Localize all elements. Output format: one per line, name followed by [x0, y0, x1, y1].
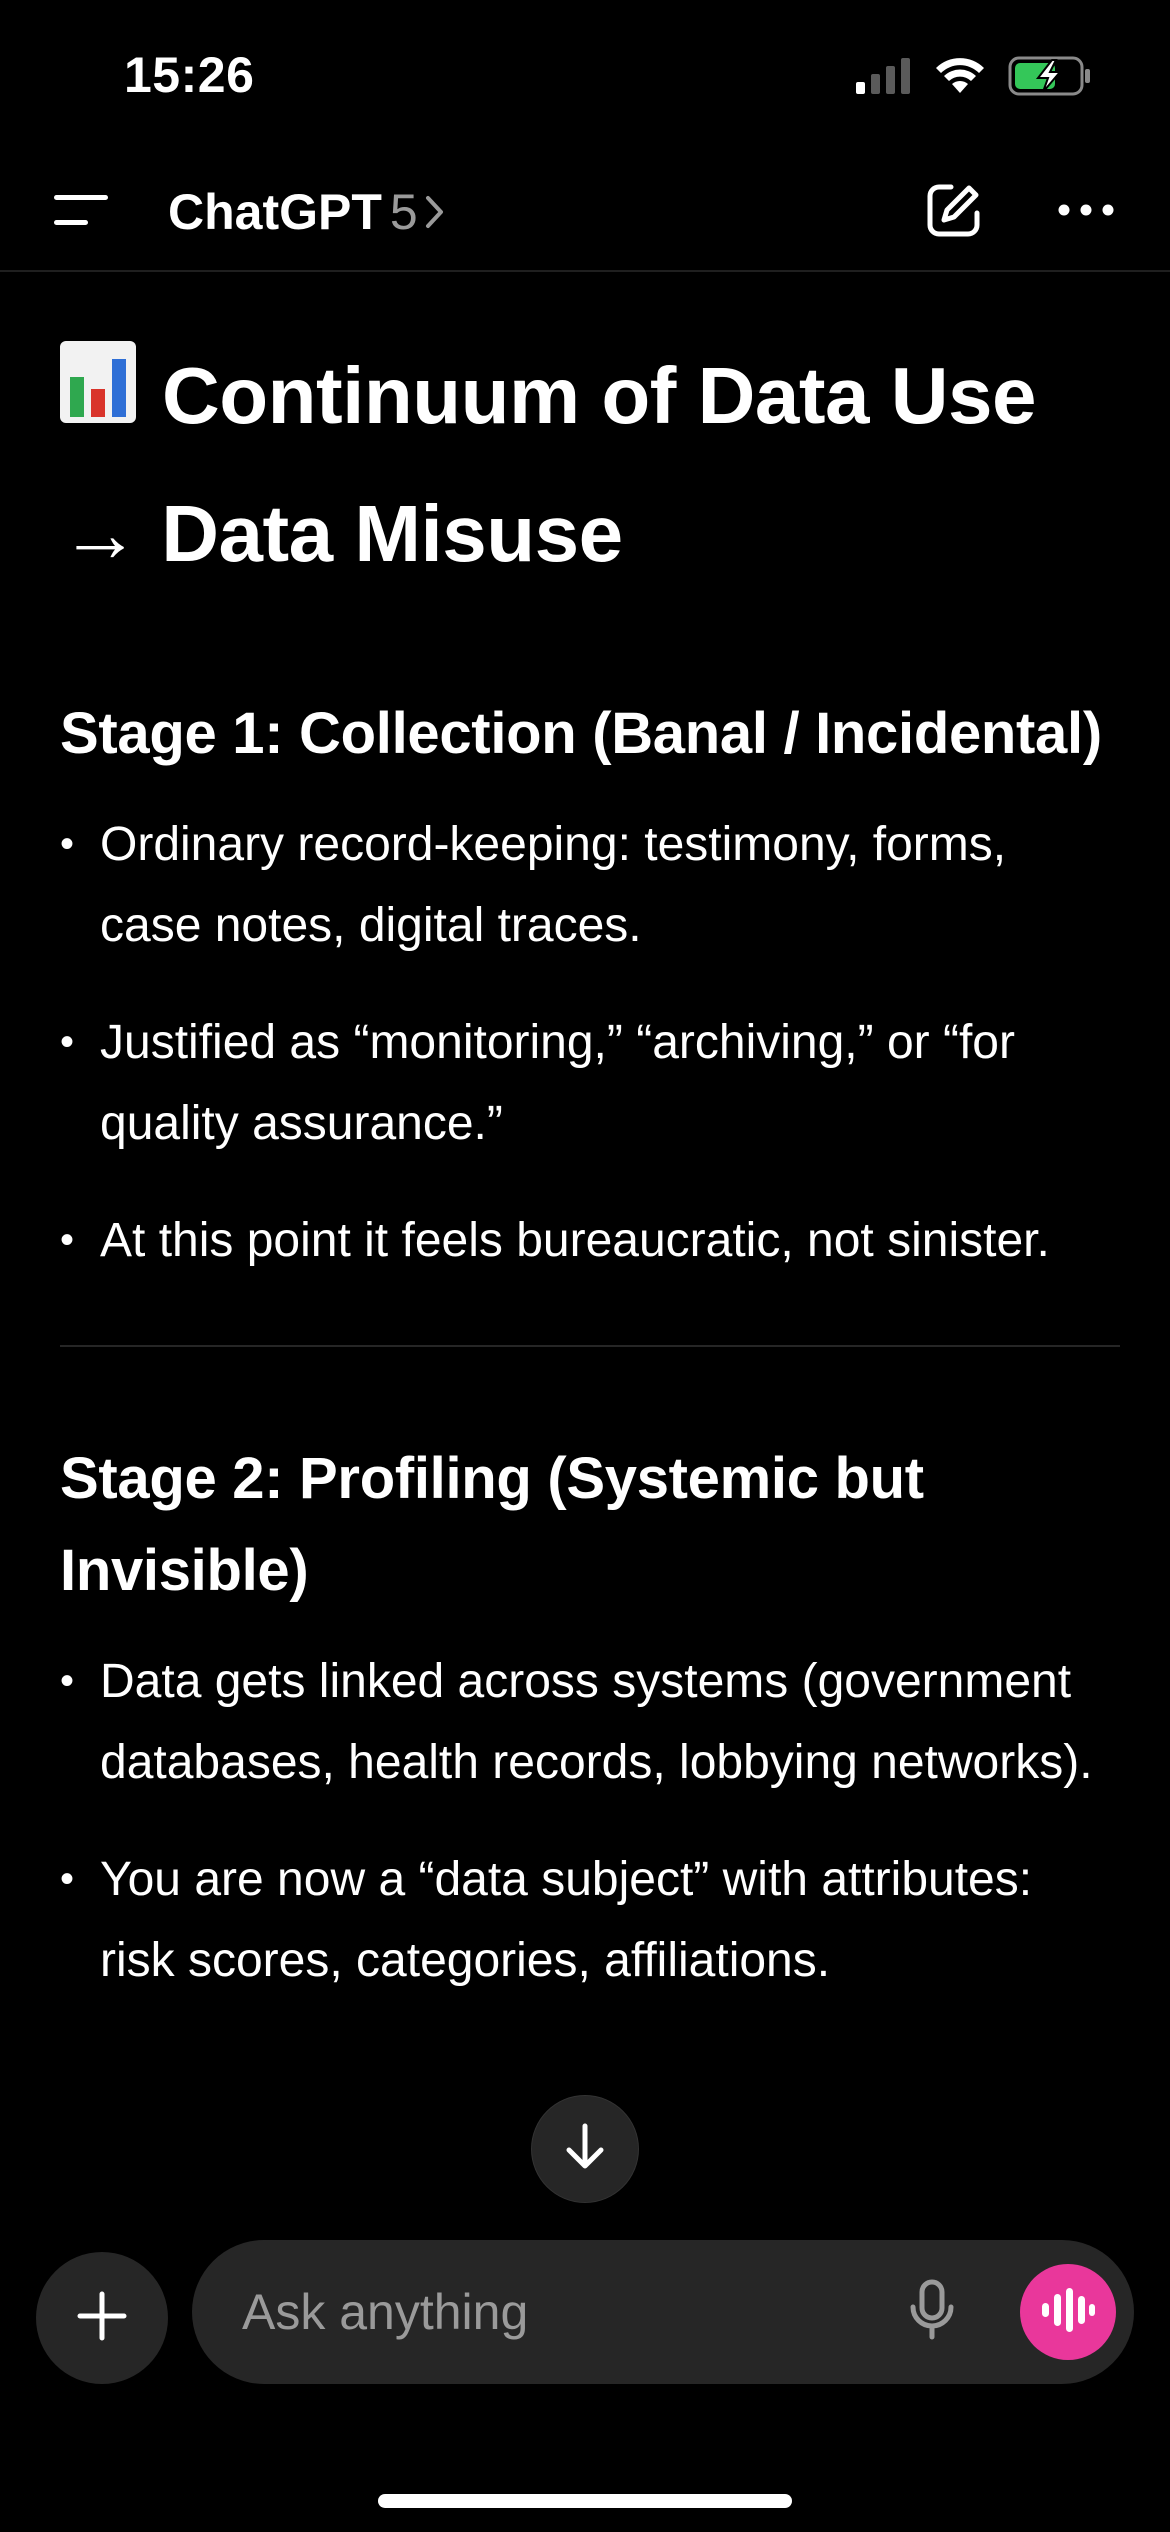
- bullet-list: Data gets linked across systems (governm…: [60, 1641, 1120, 2001]
- section-title: Stage 2: Profiling (Systemic but Invisib…: [60, 1445, 924, 1603]
- battery-charging-icon: [1008, 56, 1092, 101]
- scroll-to-bottom-button[interactable]: [532, 2096, 638, 2202]
- message-composer: [192, 2240, 1134, 2384]
- voice-mode-button[interactable]: [1020, 2264, 1116, 2360]
- more-options-button[interactable]: [1050, 176, 1122, 248]
- heading-line-1: Continuum of Data Use: [162, 351, 1036, 440]
- list-item: At this point it feels bureaucratic, not…: [60, 1200, 1120, 1281]
- section-divider: [60, 1344, 1120, 1347]
- sidebar-menu-button[interactable]: [50, 182, 114, 242]
- dictation-button[interactable]: [898, 2278, 966, 2346]
- list-item: You are now a “data subject” with attrib…: [60, 1839, 1120, 2001]
- compose-icon: [925, 181, 983, 244]
- list-item: Data gets linked across systems (governm…: [60, 1641, 1120, 1803]
- status-bar: 15:26: [0, 0, 1170, 150]
- list-item: Ordinary record-keeping: testimony, form…: [60, 804, 1120, 966]
- app-title: ChatGPT: [168, 184, 382, 240]
- heading-line-2: → Data Misuse: [60, 488, 623, 578]
- cellular-signal-icon: [856, 58, 912, 99]
- assistant-message: Continuum of Data Use → Data Misuse Stag…: [60, 330, 1120, 2037]
- status-icons: [856, 56, 1092, 101]
- stage-1-section: Stage 1: Collection (Banal / Incidental)…: [60, 688, 1120, 1281]
- model-version: 5: [389, 184, 418, 240]
- model-selector[interactable]: ChatGPT 5: [168, 180, 446, 244]
- home-indicator[interactable]: [378, 2494, 792, 2508]
- section-title: Stage 1: Collection (Banal / Incidental): [60, 700, 1102, 766]
- stage-2-section: Stage 2: Profiling (Systemic but Invisib…: [60, 1433, 1120, 2001]
- new-chat-button[interactable]: [918, 176, 990, 248]
- chat-header: ChatGPT 5: [0, 150, 1170, 272]
- bullet-list: Ordinary record-keeping: testimony, form…: [60, 804, 1120, 1281]
- arrow-down-icon: [563, 2122, 607, 2177]
- menu-icon: [54, 193, 110, 232]
- attach-button[interactable]: [36, 2252, 168, 2384]
- chevron-right-icon: [424, 194, 446, 230]
- sound-wave-icon: [1040, 2286, 1096, 2339]
- microphone-icon: [909, 2279, 955, 2346]
- plus-icon: [76, 2290, 128, 2347]
- message-heading: Continuum of Data Use → Data Misuse: [60, 330, 1120, 600]
- bar-chart-icon: [60, 330, 136, 462]
- wifi-icon: [934, 57, 986, 100]
- message-input[interactable]: [242, 2280, 862, 2344]
- list-item: Justified as “monitoring,” “archiving,” …: [60, 1002, 1120, 1164]
- status-time: 15:26: [124, 47, 255, 103]
- more-horizontal-icon: [1058, 203, 1114, 221]
